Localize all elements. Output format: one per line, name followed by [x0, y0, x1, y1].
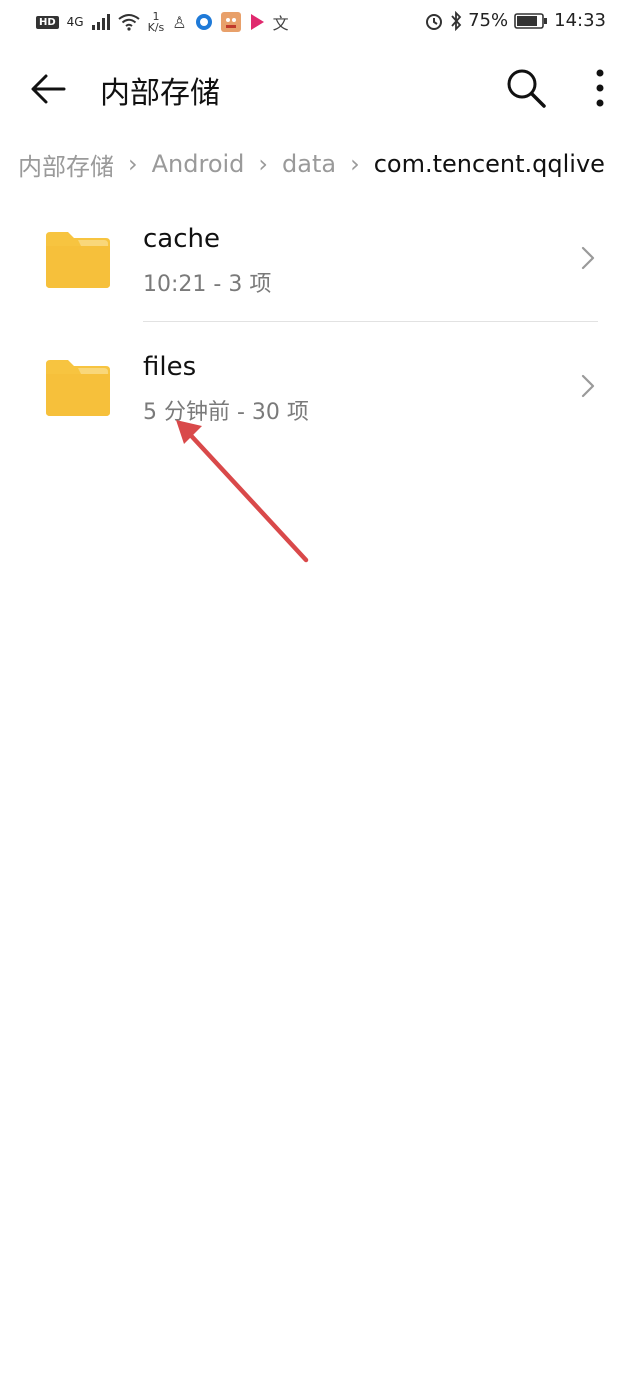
list-item-files[interactable]: files 5 分钟前 - 30 项 — [0, 322, 640, 450]
back-button[interactable] — [26, 66, 72, 112]
chevron-right-icon: › — [350, 150, 360, 178]
text-app-icon: 文 — [272, 14, 289, 33]
clock: 14:33 — [554, 10, 606, 31]
breadcrumb-data[interactable]: data — [282, 150, 336, 178]
toolbar: 内部存储 — [0, 50, 640, 130]
annotation-arrow — [176, 420, 309, 563]
breadcrumb-current[interactable]: com.tencent.qqlive — [374, 150, 605, 178]
app-icon — [220, 12, 241, 32]
breadcrumb: 内部存储 › Android › data › com.tencent.qqli… — [18, 146, 605, 182]
speed-unit: K/s — [147, 21, 165, 34]
file-name: cache — [143, 224, 220, 254]
file-name: files — [143, 352, 197, 382]
battery-icon — [514, 12, 548, 29]
network-type: 4G — [66, 15, 84, 29]
alarm-icon — [426, 13, 443, 30]
network-speed: 1 K/s — [148, 11, 165, 33]
status-bar: HD 4G 1 K/s ♙ 文 75% 14:33 — [0, 0, 640, 44]
video-app-icon — [250, 14, 264, 30]
qq-icon: ♙ — [172, 12, 187, 32]
back-arrow-icon — [31, 74, 66, 104]
bluetooth-icon — [451, 10, 462, 31]
chevron-right-icon: › — [128, 150, 138, 178]
status-left: HD 4G 1 K/s ♙ 文 — [36, 10, 289, 34]
chevron-right-icon — [581, 374, 595, 398]
folder-icon — [46, 232, 110, 288]
search-button[interactable] — [502, 64, 550, 112]
wifi-icon — [117, 14, 140, 31]
list-item-cache[interactable]: cache 10:21 - 3 项 — [0, 194, 640, 322]
status-right: 75% 14:33 — [424, 10, 606, 31]
more-vertical-icon — [596, 69, 604, 107]
folder-icon — [46, 360, 110, 416]
page-title: 内部存储 — [100, 76, 220, 111]
battery-percent: 75% — [468, 10, 509, 31]
hd-badge: HD — [36, 15, 59, 29]
breadcrumb-android[interactable]: Android — [152, 150, 245, 178]
chevron-right-icon: › — [258, 150, 269, 178]
breadcrumb-internal-storage[interactable]: 内部存储 — [18, 147, 114, 182]
search-icon — [507, 69, 546, 108]
file-meta: 10:21 - 3 项 — [143, 272, 272, 297]
signal-icon — [91, 14, 110, 30]
chevron-right-icon — [581, 246, 595, 270]
browser-icon — [195, 14, 212, 30]
more-options-button[interactable] — [584, 64, 616, 112]
